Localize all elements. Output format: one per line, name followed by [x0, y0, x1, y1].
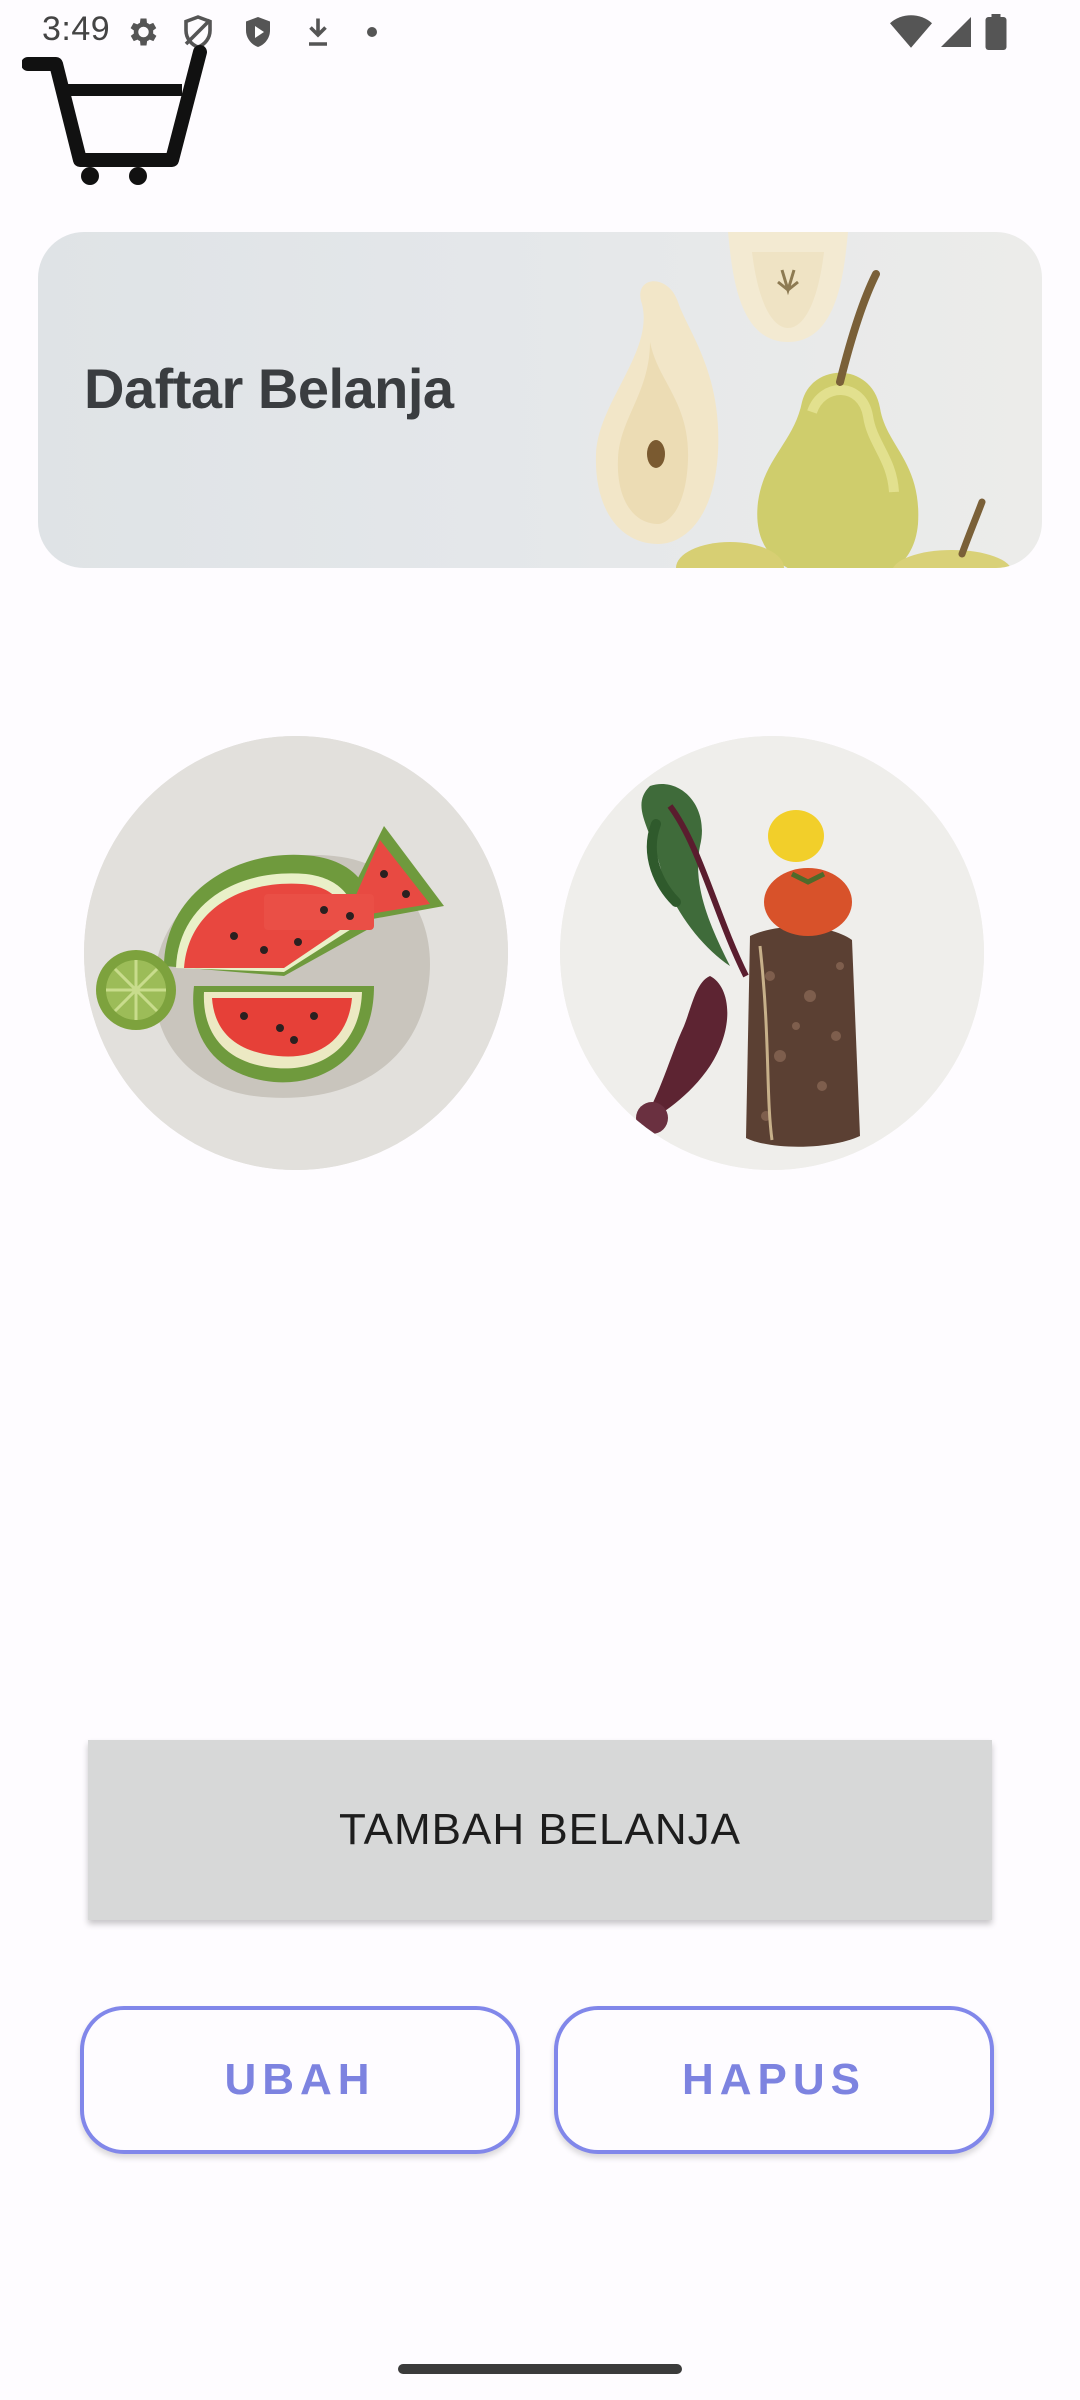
- delete-button[interactable]: HAPUS: [554, 2006, 994, 2154]
- signal-icon: [938, 14, 974, 50]
- wifi-icon: [890, 14, 932, 50]
- banner-title: Daftar Belanja: [84, 357, 454, 420]
- battery-icon: [984, 14, 1008, 50]
- notification-dot-icon: [366, 26, 378, 38]
- play-protect-icon: [240, 14, 276, 50]
- download-icon: [300, 14, 336, 50]
- add-shopping-button[interactable]: TAMBAH BELANJA: [88, 1740, 992, 1920]
- app-screen: 3:49 Daftar Belanja TAMBAH BELANJA UBAH …: [0, 0, 1080, 2400]
- edit-button[interactable]: UBAH: [80, 2006, 520, 2154]
- banner: Daftar Belanja: [38, 232, 1042, 568]
- shopping-cart-icon: [21, 36, 208, 186]
- gesture-navigation-bar[interactable]: [398, 2364, 682, 2374]
- vegetables-image: [560, 736, 984, 1170]
- pear-image: [482, 232, 1042, 568]
- watermelon-image: [84, 736, 508, 1170]
